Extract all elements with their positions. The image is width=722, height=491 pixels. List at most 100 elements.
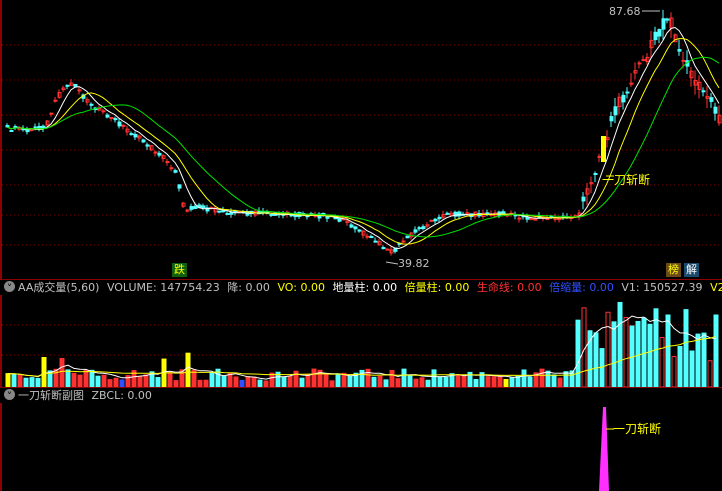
- volume-bar: [155, 376, 161, 387]
- shrink-value: 0.00: [589, 281, 614, 294]
- volume-bar: [281, 376, 287, 387]
- volume-bar: [95, 375, 101, 387]
- volume-bar: [335, 373, 341, 387]
- volume-bar: [677, 345, 683, 387]
- volume-bar: [389, 369, 395, 387]
- volume-label: VOLUME:: [106, 281, 157, 294]
- candle-body: [9, 130, 14, 133]
- candle-body: [173, 170, 178, 173]
- list-tag[interactable]: 榜: [666, 263, 681, 277]
- candle-body: [89, 103, 94, 106]
- volume-bar: [419, 377, 425, 387]
- fall-tag[interactable]: 跌: [172, 263, 187, 277]
- volume-bar: [143, 374, 149, 387]
- unlock-tag[interactable]: 解: [684, 263, 699, 277]
- volume-bar: [365, 368, 371, 387]
- volume-bar: [539, 368, 545, 387]
- volume-bar: [239, 379, 245, 387]
- high-price-value: 87.68: [609, 5, 641, 18]
- stock-chart-screen[interactable]: 87.68 39.82 一刀斩断 跌 榜 解 ˅ AA成交量(5,60) VOLU…: [0, 0, 722, 491]
- volume-bar: [377, 375, 383, 387]
- candle-body: [133, 133, 138, 138]
- candle-body: [661, 18, 666, 30]
- candle-body: [413, 229, 418, 233]
- candle-body: [105, 114, 110, 118]
- sub-signal-label: 一刀斩断: [613, 422, 662, 436]
- candle-body: [117, 121, 122, 127]
- volume-bar: [413, 378, 419, 387]
- volume-bar: [251, 376, 257, 387]
- candle-body: [337, 217, 342, 222]
- candle-body: [641, 59, 646, 62]
- volume-bar: [287, 375, 293, 387]
- candle-body: [701, 90, 706, 93]
- volume-bar: [425, 379, 431, 387]
- chevron-down-icon[interactable]: ˅: [4, 281, 15, 295]
- candle-body: [357, 229, 362, 232]
- price-candlestick-chart[interactable]: [0, 0, 722, 278]
- sub-title: 一刀斩断副图: [18, 389, 84, 402]
- candle-body: [53, 99, 58, 102]
- candle-body: [153, 151, 158, 154]
- volume-bar: [617, 301, 623, 387]
- candle-body: [665, 18, 670, 21]
- candle-body: [433, 218, 438, 222]
- double-label: 倍量柱:: [404, 281, 442, 294]
- candle-body: [269, 213, 274, 216]
- volume-bar: [323, 373, 329, 387]
- candle-body: [609, 116, 614, 122]
- candle-body: [177, 184, 182, 189]
- candle-body: [169, 167, 174, 170]
- candle-body: [225, 212, 230, 215]
- volume-indicator-header[interactable]: ˅ AA成交量(5,60) VOLUME: 147754.23 降: 0.00 V…: [0, 279, 722, 295]
- volume-bar: [41, 356, 47, 387]
- volume-bar: [167, 372, 173, 387]
- volume-bar: [101, 374, 107, 387]
- volume-bar: [623, 316, 629, 387]
- volume-bar: [485, 376, 491, 387]
- volume-bar: [71, 372, 77, 387]
- volume-bar: [605, 311, 611, 387]
- candle-body: [593, 173, 598, 176]
- volume-bar: [311, 368, 317, 387]
- volume-bar: [557, 377, 563, 387]
- volume-bar: [701, 332, 707, 387]
- candle-body: [417, 227, 422, 230]
- candle-body: [373, 240, 378, 243]
- candle-body: [201, 205, 206, 209]
- candle-body: [637, 62, 642, 65]
- candle-body: [429, 219, 434, 222]
- candle-body: [401, 240, 406, 243]
- candle-body: [385, 248, 390, 251]
- sub-signal-chart[interactable]: [0, 403, 722, 491]
- candle-body: [129, 133, 134, 136]
- candle-body: [349, 224, 354, 228]
- candle-body: [709, 97, 714, 102]
- volume-bar: [575, 319, 581, 387]
- candle-body: [613, 106, 618, 116]
- low-marker-line: [385, 261, 399, 265]
- volume-bar: [5, 373, 11, 387]
- zbcl-label: ZBCL:: [91, 389, 124, 402]
- volume-bar: [689, 350, 695, 387]
- candle-body: [101, 110, 106, 113]
- signal-label: 一刀斩断: [602, 173, 651, 187]
- volume-bar: [707, 360, 713, 387]
- volume-bar: [197, 379, 203, 387]
- candle-body: [121, 124, 126, 127]
- v1-label: V1:: [621, 281, 640, 294]
- candle-body: [421, 226, 426, 230]
- volume-bar-chart[interactable]: [0, 295, 722, 387]
- candle-body: [677, 49, 682, 52]
- ma-long-line: [6, 56, 720, 238]
- ground-label: 地量柱:: [332, 281, 370, 294]
- chevron-down-icon[interactable]: ˅: [4, 389, 15, 403]
- volume-bar: [611, 321, 617, 387]
- candle-body: [13, 126, 18, 129]
- sub-indicator-header[interactable]: ˅ 一刀斩断副图 ZBCL: 0.00: [0, 387, 722, 403]
- volume-bar: [257, 379, 263, 387]
- volume-bar: [431, 369, 437, 387]
- candle-body: [381, 247, 386, 250]
- volume-bar: [89, 369, 95, 387]
- volume-bar: [299, 377, 305, 387]
